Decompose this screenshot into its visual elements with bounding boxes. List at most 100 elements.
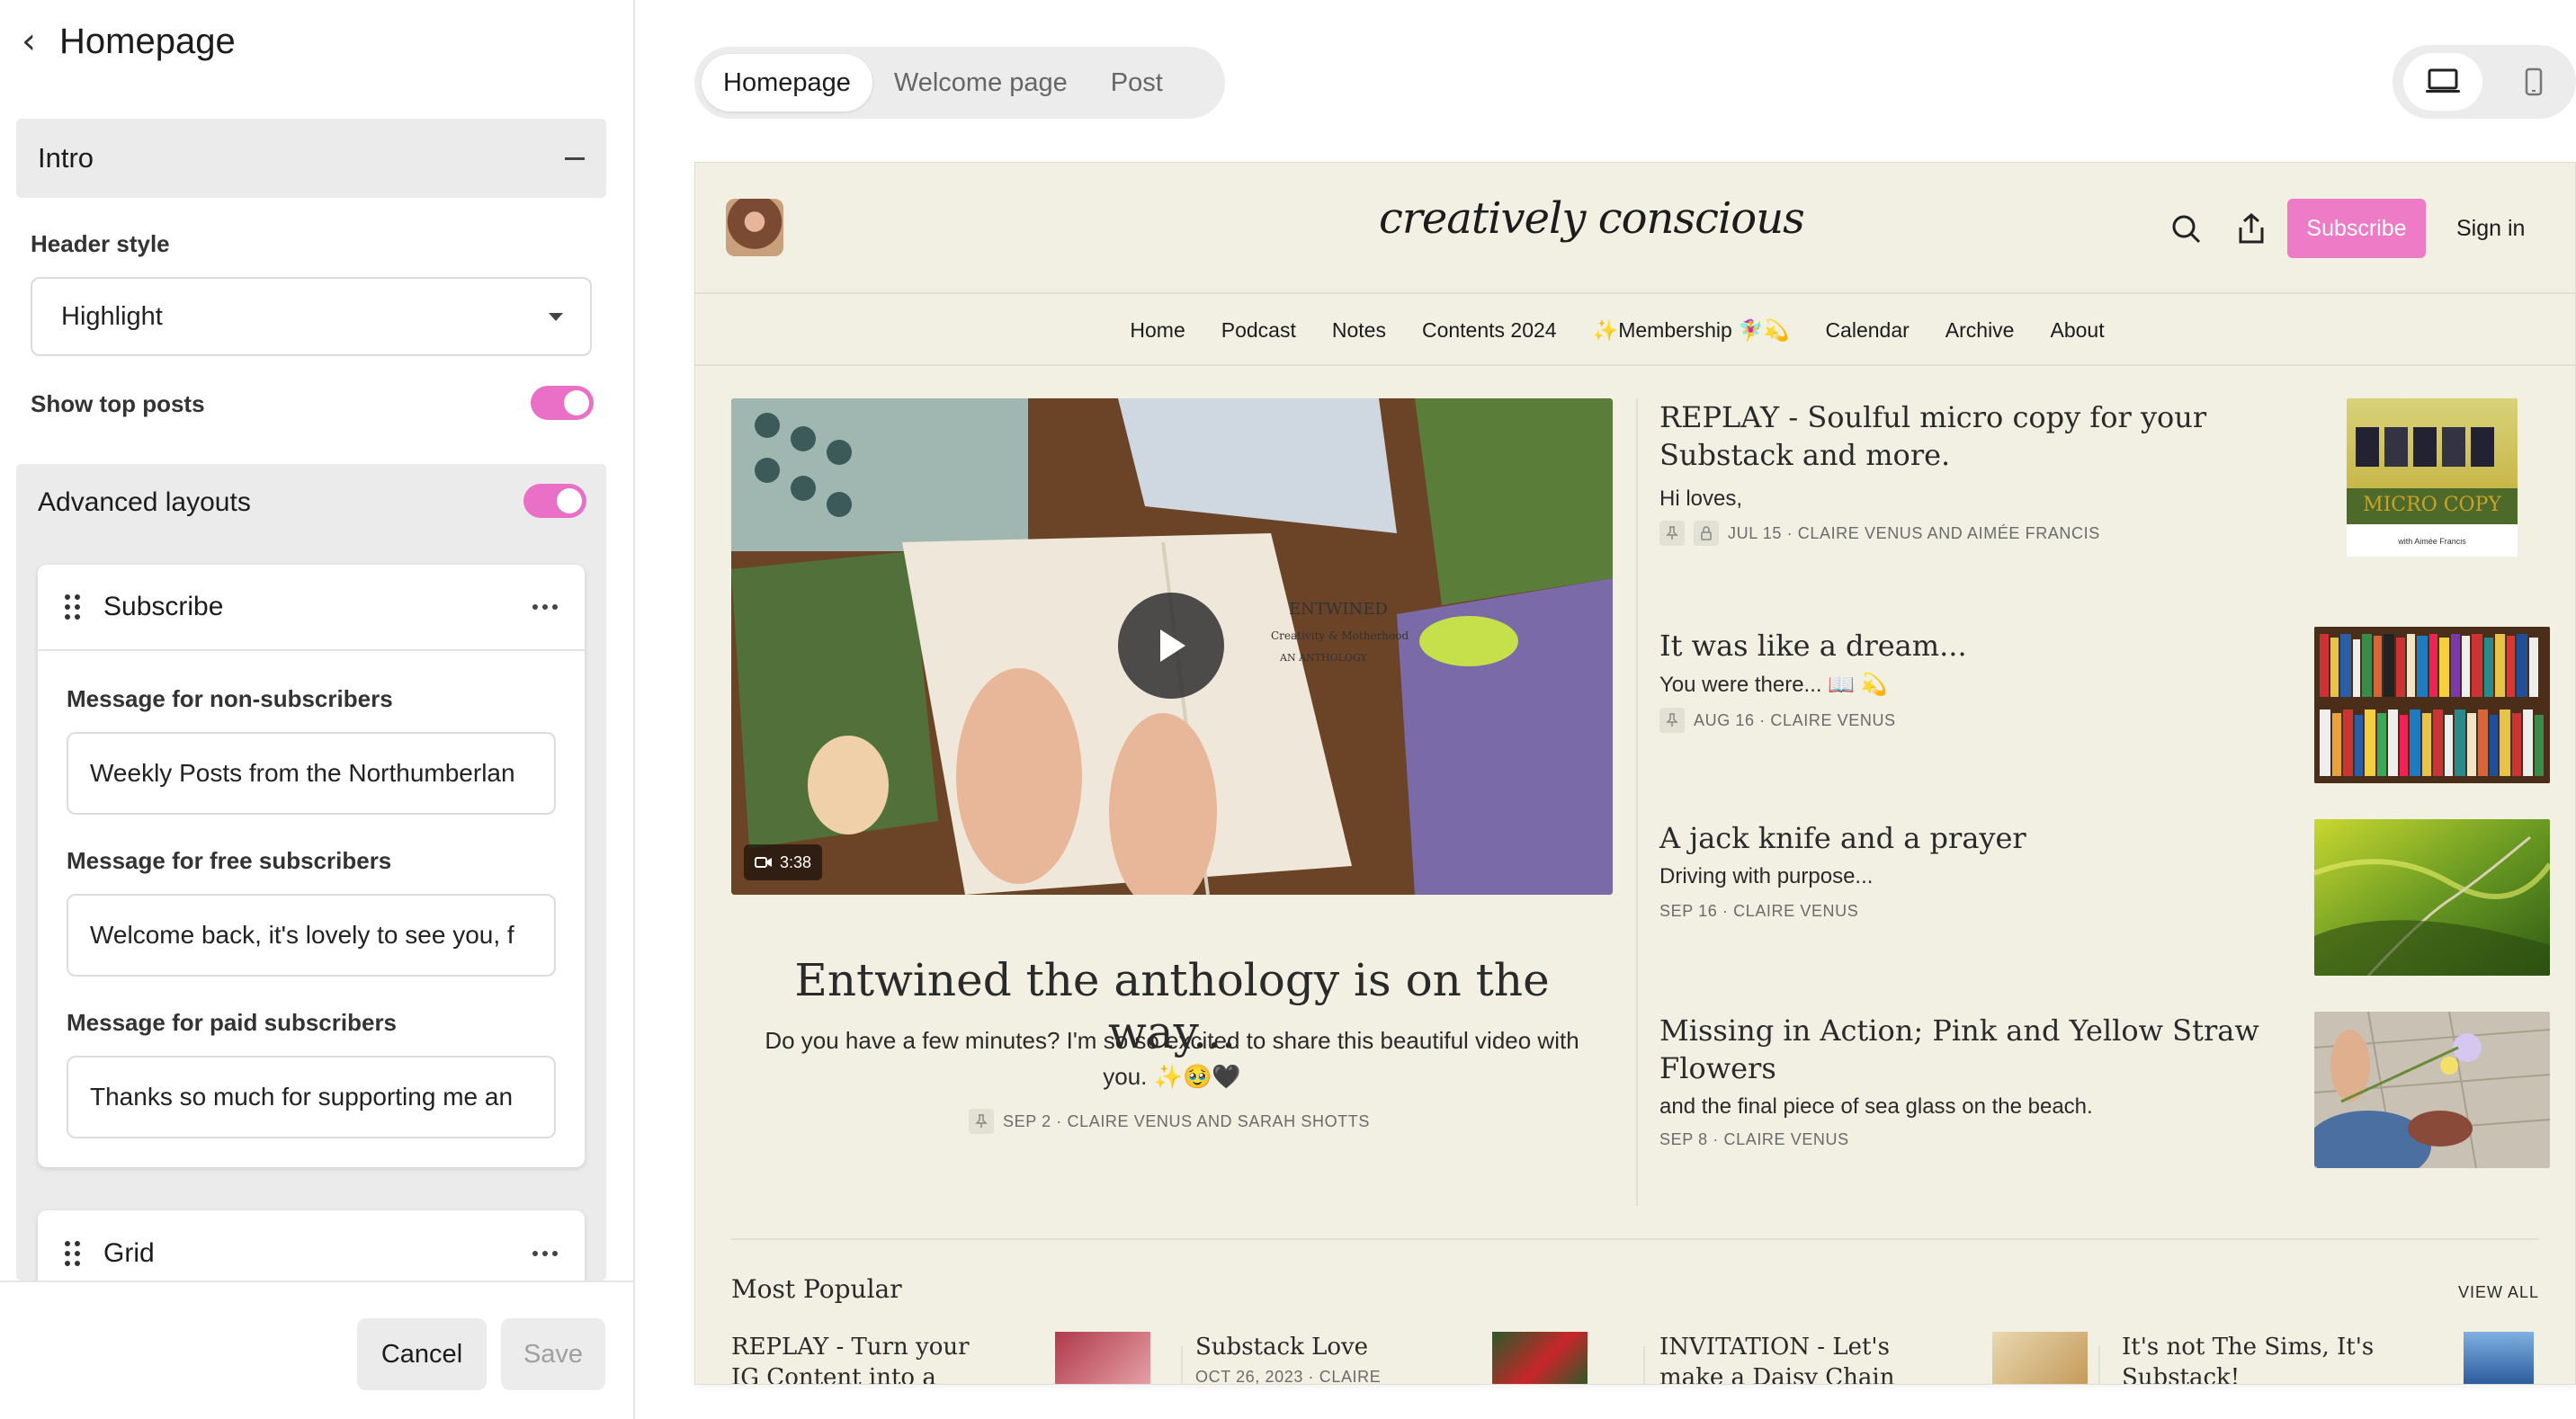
popular-item-image	[1992, 1332, 2088, 1384]
non-subscribers-message-input[interactable]: Weekly Posts from the Northumberlan	[67, 732, 556, 815]
laptop-icon[interactable]	[2403, 53, 2482, 111]
share-icon[interactable]	[2233, 211, 2269, 247]
post-title[interactable]: REPLAY - Soulful micro copy for your Sub…	[1659, 398, 2289, 474]
paid-subscribers-message-input[interactable]: Thanks so much for supporting me an	[67, 1056, 556, 1138]
post-description: and the final piece of sea glass on the …	[1659, 1094, 2093, 1119]
nav-item-about[interactable]: About	[2050, 318, 2104, 343]
popular-item[interactable]: Substack Love OCT 26, 2023 · CLAIRE	[1195, 1332, 1636, 1385]
post-meta: AUG 16 · CLAIRE VENUS	[1659, 708, 1896, 733]
popular-item-title[interactable]: It's not The Sims, It's Substack!	[2122, 1332, 2392, 1384]
post-thumbnail[interactable]: MICRO COPY with Aimée Francis	[2347, 398, 2518, 557]
video-camera-icon	[755, 857, 772, 868]
post-item[interactable]: Missing in Action; Pink and Yellow Straw…	[1659, 1012, 2550, 1191]
grid-layout-card: Grid	[38, 1210, 585, 1281]
phone-icon[interactable]	[2502, 53, 2565, 111]
play-button[interactable]	[1118, 593, 1224, 699]
popular-item-title[interactable]: INVITATION - Let's make a Daisy Chain Fl…	[1659, 1332, 1929, 1384]
svg-text:Creativity & Motherhood: Creativity & Motherhood	[1271, 629, 1409, 642]
post-description: You were there... 📖 💫	[1659, 673, 1888, 697]
header-style-label: Header style	[31, 230, 170, 257]
free-subscribers-message-input[interactable]: Welcome back, it's lovely to see you, f	[67, 894, 556, 977]
device-switcher	[2393, 45, 2576, 119]
collapse-minus-icon[interactable]	[565, 156, 585, 160]
show-top-posts-label: Show top posts	[31, 390, 205, 417]
cancel-button[interactable]: Cancel	[357, 1318, 487, 1390]
advanced-layouts-label: Advanced layouts	[38, 487, 251, 517]
search-icon[interactable]	[2169, 211, 2205, 247]
header-style-value: Highlight	[61, 301, 163, 331]
post-title[interactable]: It was like a dream...	[1659, 627, 2289, 665]
panel-footer: Cancel Save	[0, 1281, 633, 1419]
micro-copy-thumb-subtext: with Aimée Francis	[2398, 537, 2466, 546]
view-all-link[interactable]: VIEW ALL	[2458, 1283, 2539, 1302]
post-thumbnail[interactable]	[2314, 627, 2550, 783]
site-avatar[interactable]	[726, 199, 783, 256]
nav-item-home[interactable]: Home	[1130, 318, 1185, 343]
popular-item[interactable]: INVITATION - Let's make a Daisy Chain Fl…	[1659, 1332, 2100, 1384]
save-button[interactable]: Save	[501, 1318, 605, 1390]
popular-item-title[interactable]: Substack Love	[1195, 1332, 1465, 1362]
post-meta: SEP 8 · CLAIRE VENUS	[1659, 1130, 1849, 1149]
more-options-icon[interactable]	[532, 604, 558, 610]
nav-item-membership[interactable]: ✨Membership 🧚‍♀️💫	[1593, 318, 1790, 343]
more-options-icon[interactable]	[532, 1251, 558, 1256]
pin-icon	[969, 1109, 994, 1134]
post-thumbnail[interactable]	[2314, 1012, 2550, 1168]
column-divider	[1636, 398, 1638, 1206]
nav-item-archive[interactable]: Archive	[1945, 318, 2015, 343]
tab-post[interactable]: Post	[1089, 54, 1185, 112]
popular-item[interactable]: REPLAY - Turn your IG Content into a Dig…	[731, 1332, 1172, 1384]
preview-tabs: Homepage Welcome page Post	[694, 47, 1225, 119]
post-thumbnail[interactable]	[2314, 819, 2550, 976]
post-item[interactable]: It was like a dream... You were there...…	[1659, 627, 2550, 789]
hero-post-subtitle: Do you have a few minutes? I'm so so exc…	[765, 1027, 1579, 1090]
bookshelf-image	[2314, 627, 2550, 783]
site-sign-in-link[interactable]: Sign in	[2456, 199, 2525, 258]
back-chevron-icon[interactable]: ‹	[22, 23, 36, 59]
video-duration-badge: 3:38	[744, 844, 823, 880]
site-subscribe-button[interactable]: Subscribe	[2287, 199, 2426, 258]
panel-header: ‹ Homepage	[22, 16, 236, 67]
hero-video-thumbnail[interactable]: ENTWINED Creativity & Motherhood AN ANTH…	[731, 398, 1613, 895]
site-header: creatively conscious Subscribe Sign in	[695, 163, 2575, 294]
section-divider	[731, 1238, 2539, 1240]
post-meta-text: JUL 15 · CLAIRE VENUS AND AIMÉE FRANCIS	[1728, 523, 2100, 542]
advanced-layouts-section: Advanced layouts Subscribe Message for n…	[16, 464, 606, 1281]
popular-item[interactable]: It's not The Sims, It's Substack!	[2122, 1332, 2563, 1384]
intro-section-header[interactable]: Intro	[16, 119, 606, 198]
nav-item-contents-2024[interactable]: Contents 2024	[1422, 318, 1557, 343]
advanced-layouts-toggle[interactable]	[523, 484, 586, 518]
post-meta: JUL 15 · CLAIRE VENUS AND AIMÉE FRANCIS	[1659, 521, 2100, 546]
header-style-select[interactable]: Highlight	[31, 277, 592, 356]
post-description: Driving with purpose...	[1659, 864, 1874, 888]
popular-item-meta: OCT 26, 2023 · CLAIRE	[1195, 1368, 1382, 1385]
popular-item-title[interactable]: REPLAY - Turn your IG Content into a Dig…	[731, 1332, 1001, 1384]
intro-section-label: Intro	[38, 142, 94, 174]
site-preview: creatively conscious Subscribe Sign in H…	[694, 162, 2576, 1385]
panel-title: Homepage	[59, 21, 236, 61]
post-item[interactable]: REPLAY - Soulful micro copy for your Sub…	[1659, 398, 2541, 560]
micro-copy-thumb-text: MICRO COPY	[2363, 494, 2501, 516]
tab-welcome-page[interactable]: Welcome page	[872, 54, 1089, 112]
nav-item-calendar[interactable]: Calendar	[1825, 318, 1909, 343]
show-top-posts-toggle[interactable]	[531, 386, 594, 420]
popular-divider	[1643, 1346, 1645, 1384]
tab-homepage[interactable]: Homepage	[702, 54, 872, 112]
drag-handle-icon[interactable]	[65, 1241, 80, 1266]
caret-down-icon	[549, 312, 563, 321]
post-item[interactable]: A jack knife and a prayer Driving with p…	[1659, 819, 2550, 981]
non-subscribers-label: Message for non-subscribers	[67, 685, 393, 712]
post-meta-text: AUG 16 · CLAIRE VENUS	[1694, 710, 1896, 729]
post-title[interactable]: A jack knife and a prayer	[1659, 819, 2289, 857]
green-hills-image	[2314, 819, 2550, 976]
drag-handle-icon[interactable]	[65, 594, 80, 620]
site-brand-logo[interactable]: creatively conscious	[1379, 193, 1805, 244]
free-subscribers-label: Message for free subscribers	[67, 847, 392, 874]
nav-item-notes[interactable]: Notes	[1332, 318, 1386, 343]
nav-item-podcast[interactable]: Podcast	[1221, 318, 1296, 343]
svg-text:AN ANTHOLOGY: AN ANTHOLOGY	[1279, 652, 1367, 664]
post-title[interactable]: Missing in Action; Pink and Yellow Straw…	[1659, 1012, 2289, 1087]
popular-divider	[1181, 1346, 1183, 1384]
flowers-floor-image	[2314, 1012, 2550, 1168]
hero-meta-text: SEP 2 · CLAIRE VENUS AND SARAH SHOTTS	[1003, 1111, 1370, 1130]
